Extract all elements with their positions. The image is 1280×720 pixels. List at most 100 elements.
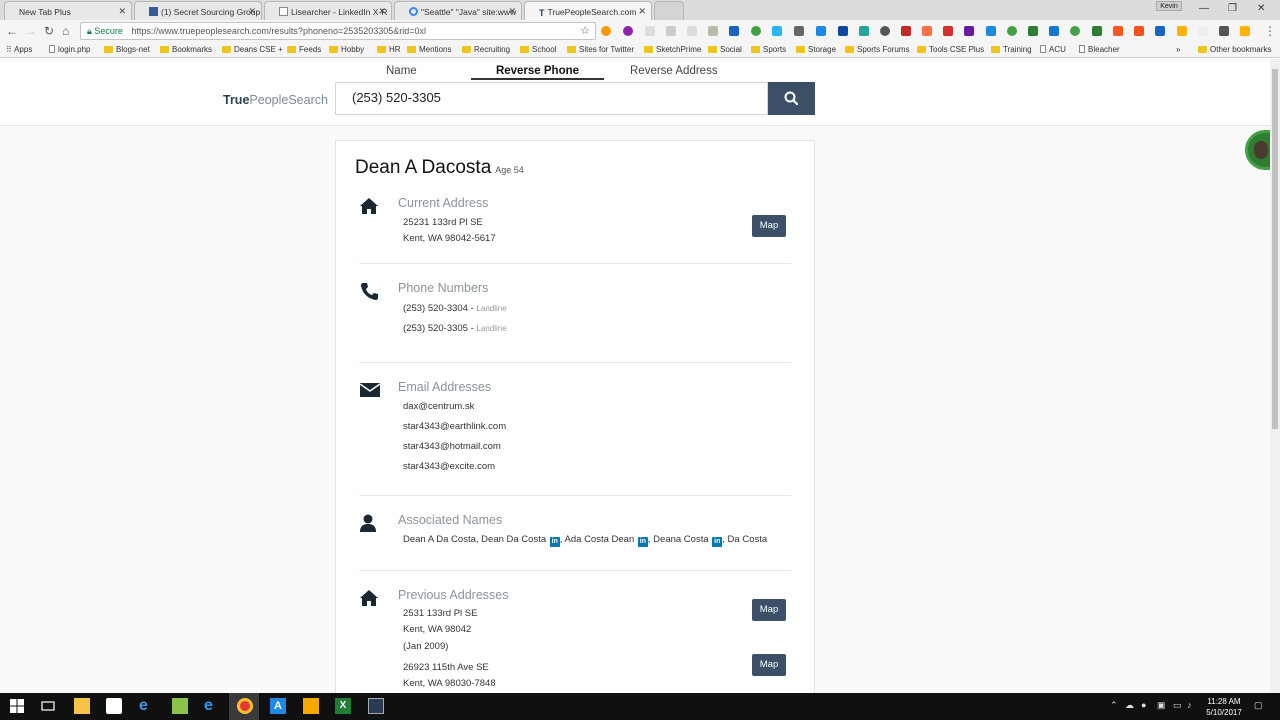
bookmark-folder[interactable]: Social	[708, 45, 742, 54]
linkedin-icon[interactable]: in	[549, 537, 560, 547]
map-button[interactable]: Map	[752, 215, 786, 237]
extension-icon[interactable]	[1028, 26, 1038, 36]
extension-icon[interactable]	[880, 26, 890, 36]
bookmark-item[interactable]: login.php	[49, 45, 90, 54]
tab-secret-sourcing[interactable]: (1) Secret Sourcing Group ✕	[134, 1, 262, 20]
extension-icon[interactable]	[1198, 26, 1208, 36]
close-icon[interactable]: ✕	[378, 6, 386, 17]
extension-icon[interactable]	[922, 26, 932, 36]
extension-icon[interactable]	[1155, 26, 1165, 36]
phone-number[interactable]: (253) 520-3304	[403, 303, 468, 314]
extension-icon[interactable]	[859, 26, 869, 36]
page-scrollbar[interactable]	[1270, 59, 1280, 693]
internet-explorer-icon[interactable]: e	[204, 698, 220, 714]
extension-icon[interactable]	[687, 26, 697, 36]
tab-google-search[interactable]: "Seattle" "Java" site:www ✕	[394, 1, 522, 20]
close-icon[interactable]: ✕	[508, 6, 516, 17]
back-icon[interactable]: ←	[6, 24, 18, 38]
extension-icon[interactable]	[943, 26, 953, 36]
extension-icon[interactable]	[729, 26, 739, 36]
windows-start-icon[interactable]	[9, 698, 25, 714]
tab-name-search[interactable]: Name	[386, 65, 417, 77]
volume-icon[interactable]: ♪	[1187, 700, 1192, 710]
app-a-icon[interactable]: A	[270, 698, 286, 714]
extension-icon[interactable]	[1134, 26, 1144, 36]
bookmark-folder[interactable]: HR	[377, 45, 401, 54]
close-icon[interactable]: ✕	[118, 6, 126, 17]
extension-icon[interactable]	[838, 26, 848, 36]
bookmark-folder[interactable]: Sports	[751, 45, 786, 54]
bookmark-apps[interactable]: ⠿ Apps	[6, 45, 32, 54]
site-logo[interactable]: TruePeopleSearch	[223, 93, 328, 107]
phone-number[interactable]: (253) 520-3305	[403, 323, 468, 334]
extension-icon[interactable]	[1240, 26, 1250, 36]
extension-icon[interactable]	[794, 26, 804, 36]
bookmark-folder[interactable]: Deans CSE +	[222, 45, 283, 54]
bookmark-folder[interactable]: Training	[991, 45, 1032, 54]
bookmark-folder[interactable]: SketchPrime	[644, 45, 701, 54]
bookmark-star-icon[interactable]: ☆	[580, 23, 590, 39]
close-icon[interactable]: ✕	[638, 6, 646, 17]
bookmark-folder[interactable]: Sites for Twitter	[567, 45, 634, 54]
outlook-icon[interactable]	[303, 698, 319, 714]
store-icon[interactable]	[106, 698, 122, 714]
extension-icon[interactable]	[623, 26, 633, 36]
linkedin-icon[interactable]: in	[637, 537, 648, 547]
minimize-icon[interactable]: —	[1199, 3, 1209, 14]
onedrive-icon[interactable]: ☁	[1125, 700, 1134, 711]
menu-icon[interactable]: ⋮	[1264, 24, 1276, 38]
chrome-icon[interactable]	[237, 698, 253, 714]
bookmark-folder[interactable]: School	[520, 45, 556, 54]
linkedin-icon[interactable]: in	[712, 537, 723, 547]
extension-icon[interactable]	[751, 26, 761, 36]
reload-icon[interactable]: ↻	[44, 24, 54, 38]
excel-icon[interactable]: X	[335, 698, 351, 714]
extension-icon[interactable]	[964, 26, 974, 36]
extension-icon[interactable]	[986, 26, 996, 36]
extension-icon[interactable]	[601, 26, 611, 36]
extension-icon[interactable]	[772, 26, 782, 36]
home-icon[interactable]: ⌂	[62, 24, 69, 38]
tab-new-tab-plus[interactable]: New Tab Plus ✕	[4, 1, 132, 20]
map-button[interactable]: Map	[752, 599, 786, 621]
more-bookmarks-chevron[interactable]: »	[1176, 45, 1180, 54]
tab-reverse-phone[interactable]: Reverse Phone	[471, 65, 604, 80]
extension-icon[interactable]	[901, 26, 911, 36]
bookmark-folder[interactable]: Sports Forums	[845, 45, 909, 54]
tray-app-icon[interactable]: ▣	[1157, 700, 1166, 711]
bookmark-item[interactable]: ACU	[1040, 45, 1066, 54]
extension-icon[interactable]	[1070, 26, 1080, 36]
tray-chevron-icon[interactable]: ⌃	[1110, 700, 1118, 711]
extension-icon[interactable]	[816, 26, 826, 36]
tab-reverse-address[interactable]: Reverse Address	[630, 65, 718, 77]
phone-search-input[interactable]: (253) 520-3305	[335, 82, 768, 115]
bookmark-folder[interactable]: Recruiting	[462, 45, 510, 54]
tab-lisearcher[interactable]: Lisearcher - LinkedIn X-R ✕	[264, 1, 392, 20]
tray-app-icon[interactable]: ●	[1141, 700, 1146, 710]
extension-icon[interactable]	[1092, 26, 1102, 36]
map-button[interactable]: Map	[752, 654, 786, 676]
extension-icon[interactable]	[1113, 26, 1123, 36]
search-button[interactable]	[768, 82, 815, 115]
close-icon[interactable]: ✕	[248, 6, 256, 17]
profile-chip[interactable]: Kevin	[1156, 1, 1182, 11]
tab-truepeoplesearch[interactable]: T TruePeopleSearch.com - ✕	[524, 1, 652, 20]
bookmark-folder[interactable]: Storage	[796, 45, 836, 54]
bookmark-folder[interactable]: Bookmarks	[160, 45, 212, 54]
bookmark-folder[interactable]: Hobby	[329, 45, 364, 54]
extension-icon[interactable]	[1007, 26, 1017, 36]
edge-icon[interactable]: e	[139, 698, 155, 714]
file-explorer-icon[interactable]	[74, 698, 90, 714]
bookmark-folder[interactable]: Tools CSE Plus	[917, 45, 984, 54]
extension-icon[interactable]	[1177, 26, 1187, 36]
system-clock[interactable]: 11:28 AM 5/10/2017	[1198, 696, 1250, 718]
address-bar[interactable]: 🔒︎ Secure https://www.truepeoplesearch.c…	[80, 22, 596, 40]
task-view-icon[interactable]	[40, 698, 56, 714]
bookmark-item[interactable]: Bleacher	[1079, 45, 1120, 54]
gmail-icon[interactable]	[1219, 26, 1229, 36]
bookmark-folder[interactable]: Blogs-net	[104, 45, 150, 54]
extension-icon[interactable]	[1049, 26, 1059, 36]
network-icon[interactable]: ▭	[1173, 700, 1182, 711]
app-icon[interactable]	[172, 698, 188, 714]
notification-icon[interactable]: ▢	[1254, 700, 1263, 711]
